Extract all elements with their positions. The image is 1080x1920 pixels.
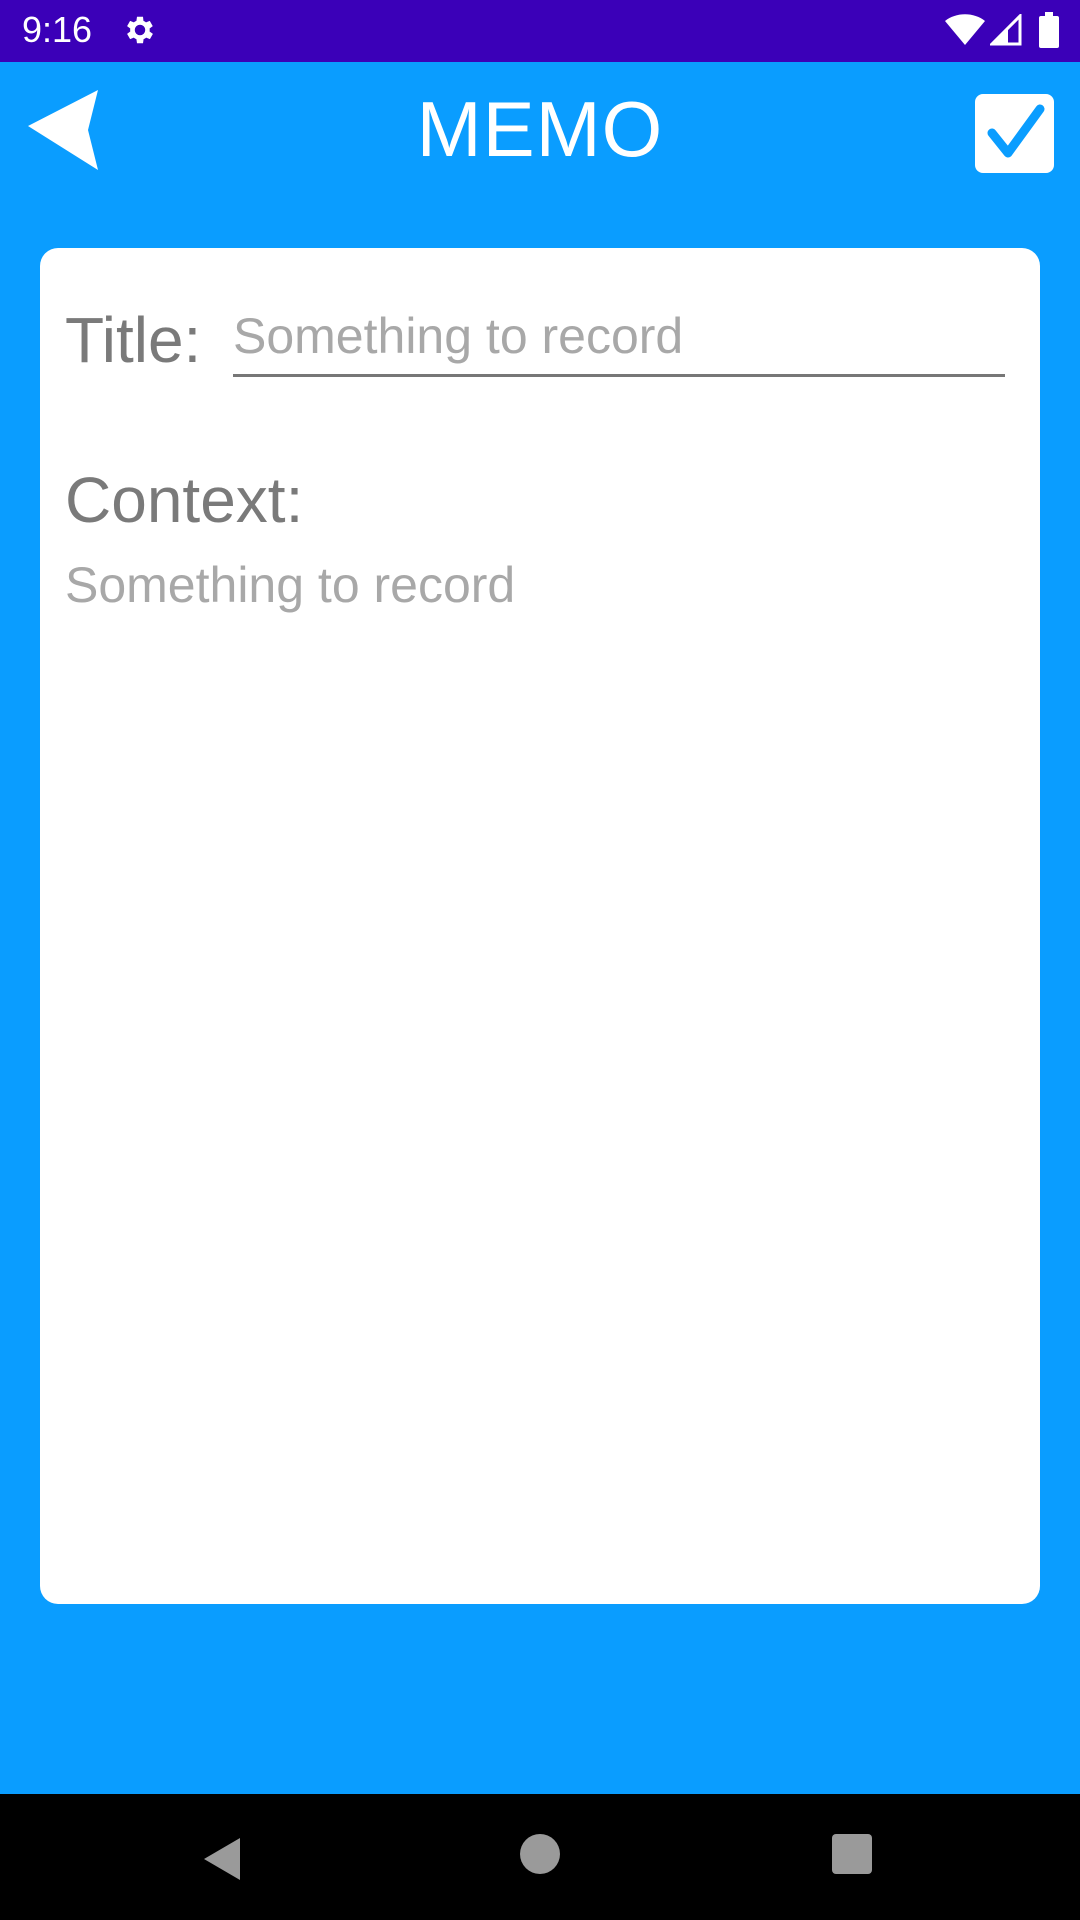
nav-back-icon[interactable] <box>200 1834 250 1884</box>
title-input[interactable] <box>233 298 1005 377</box>
app-bar: MEMO <box>0 62 1080 212</box>
page-title: MEMO <box>416 85 664 173</box>
signal-icon <box>990 14 1022 46</box>
title-label: Title: <box>65 304 202 376</box>
status-time: 9:16 <box>22 9 93 50</box>
context-input[interactable] <box>65 552 1015 1572</box>
checkmark-icon <box>987 104 1045 158</box>
memo-card: Title: Context: <box>40 248 1040 1604</box>
nav-recents-icon[interactable] <box>832 1834 872 1874</box>
gear-icon <box>127 16 153 44</box>
status-bar: 9:16 <box>0 0 1080 62</box>
navigation-bar <box>0 1794 1080 1920</box>
confirm-button[interactable] <box>975 94 1054 173</box>
wifi-icon <box>945 14 985 45</box>
nav-home-icon[interactable] <box>520 1834 560 1874</box>
context-label: Context: <box>65 464 304 536</box>
battery-icon <box>1039 12 1059 48</box>
